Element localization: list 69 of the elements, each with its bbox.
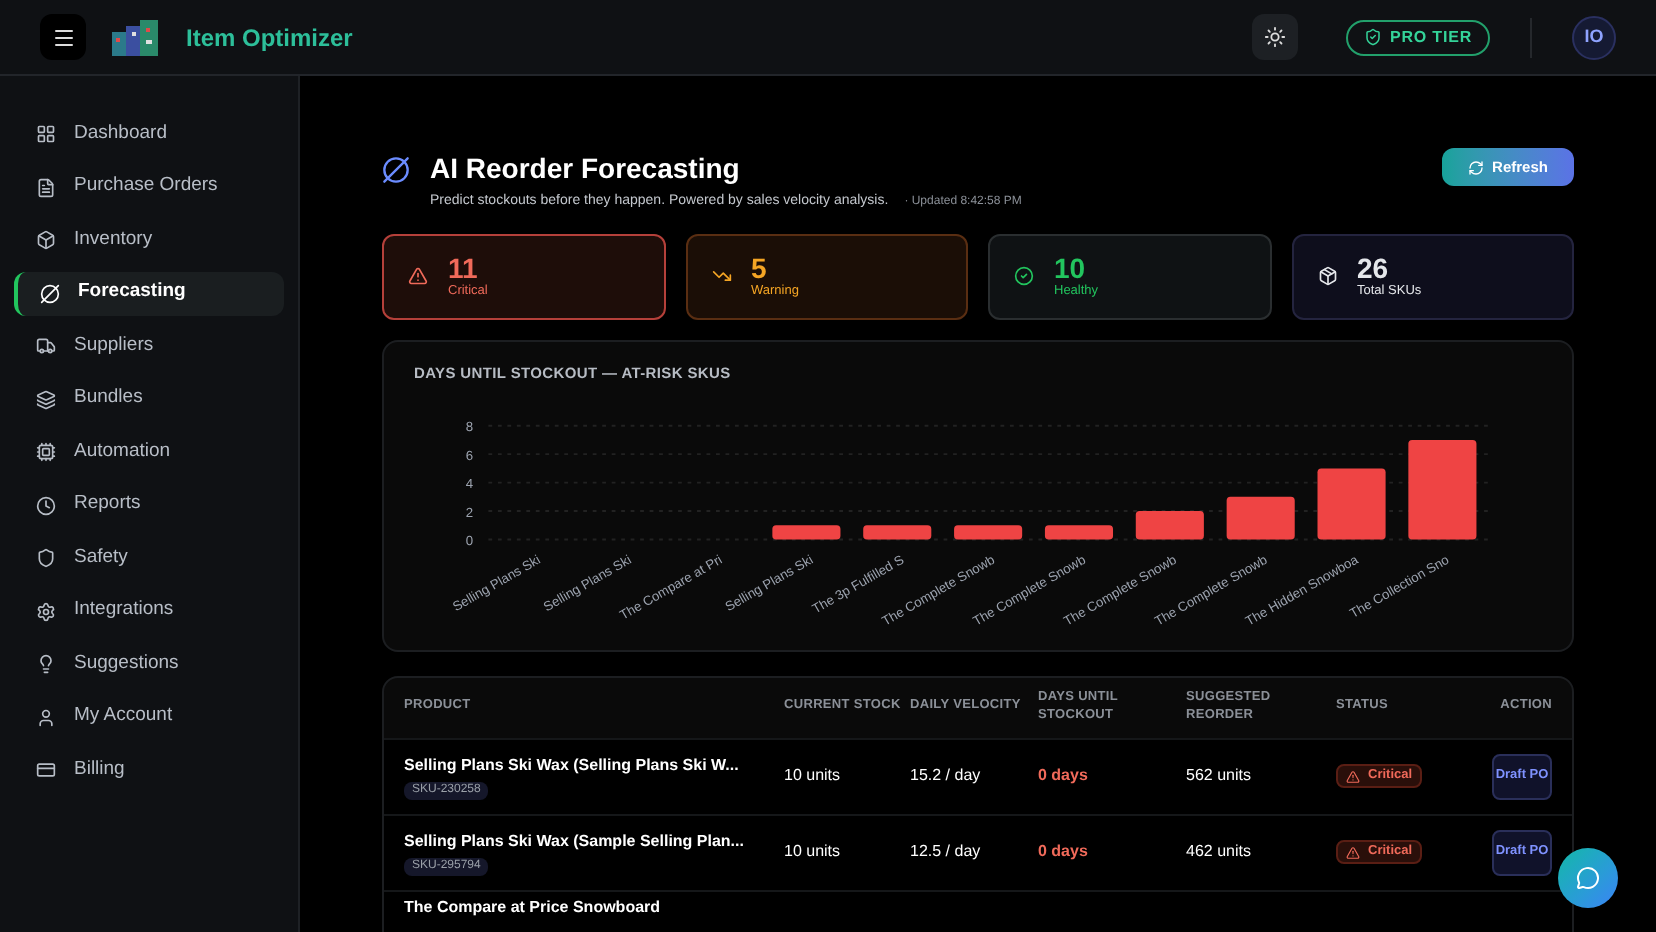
days-cell-text: 0 days <box>1038 840 1090 864</box>
split-circle-icon <box>40 283 60 303</box>
chip-icon <box>36 442 56 462</box>
bar <box>1408 439 1477 539</box>
sidebar-item[interactable]: Safety <box>14 536 284 580</box>
page-title: AI Reorder Forecasting <box>430 150 742 188</box>
warning-icon <box>1346 769 1360 783</box>
sidebar-item[interactable]: Integrations <box>14 589 284 633</box>
warning-icon <box>408 266 428 286</box>
check-circle-icon <box>1014 266 1034 286</box>
layers-icon <box>36 389 56 409</box>
stat-value: 11 <box>448 253 480 282</box>
shield-icon <box>36 548 56 568</box>
bar <box>954 524 1023 539</box>
clock-icon <box>36 495 56 515</box>
sidebar-item[interactable]: My Account <box>14 695 284 739</box>
bar <box>1135 510 1204 539</box>
days-cell-text: 0 days <box>1038 764 1090 788</box>
table-cell-text: 462 units <box>1186 840 1253 864</box>
app-name: Item Optimizer <box>186 21 353 55</box>
product-name: Selling Plans Ski Wax (Selling Plans Ski W... <box>404 753 739 777</box>
table-cell-text: 15.2 / day <box>910 764 983 788</box>
sidebar-item[interactable]: Suggestions <box>14 642 284 686</box>
menu-icon <box>51 25 75 49</box>
logo-icon <box>110 15 162 59</box>
bar <box>1226 496 1295 539</box>
split-circle-icon <box>382 156 410 184</box>
sidebar-item[interactable]: Reports <box>14 483 284 527</box>
menu-button[interactable] <box>40 14 86 60</box>
sidebar-item[interactable]: Dashboard <box>14 112 284 156</box>
stat-value: 5 <box>751 253 769 282</box>
sidebar-item[interactable]: Purchase Orders <box>14 165 284 209</box>
stat-value: 26 <box>1357 253 1391 282</box>
chat-icon <box>1576 866 1600 890</box>
sidebar-item[interactable]: Automation <box>14 430 284 474</box>
sidebar-item[interactable]: Billing <box>14 748 284 792</box>
sidebar-item[interactable]: Forecasting <box>14 271 284 315</box>
sidebar-item[interactable]: Suppliers <box>14 324 284 368</box>
box-icon <box>1317 266 1337 286</box>
gear-icon <box>36 601 56 621</box>
grid-icon <box>36 124 56 144</box>
document-icon <box>36 177 56 197</box>
theme-button[interactable] <box>1252 14 1299 60</box>
table-cell-text: 10 units <box>784 764 843 788</box>
table-cell-text: 10 units <box>784 840 843 864</box>
refresh-icon <box>1468 159 1485 175</box>
tier-badge: PRO TIER <box>1346 19 1490 55</box>
bar <box>1317 467 1386 539</box>
truck-icon <box>36 336 56 356</box>
avatar[interactable]: IO <box>1572 15 1616 59</box>
sidebar-item[interactable]: Inventory <box>14 218 284 262</box>
bar <box>772 524 841 539</box>
bar <box>1044 524 1114 539</box>
sidebar-item[interactable]: Bundles <box>14 377 284 421</box>
table-cell-text: 12.5 / day <box>910 840 983 864</box>
stat-value: 10 <box>1054 253 1088 282</box>
warning-icon <box>1346 845 1360 859</box>
card-icon <box>36 760 56 780</box>
lightbulb-icon <box>36 654 56 674</box>
box-icon <box>36 230 56 250</box>
chat-button[interactable] <box>1558 848 1618 908</box>
product-name: The Compare at Price Snowboard <box>404 895 661 919</box>
product-name: Selling Plans Ski Wax (Sample Selling Plan... <box>404 829 744 853</box>
table-cell-text: 562 units <box>1186 764 1253 788</box>
user-icon <box>36 707 56 727</box>
sun-icon <box>1264 26 1287 48</box>
bar <box>863 524 932 539</box>
trend-down-icon <box>711 266 731 286</box>
shield-check-icon <box>1364 28 1383 46</box>
